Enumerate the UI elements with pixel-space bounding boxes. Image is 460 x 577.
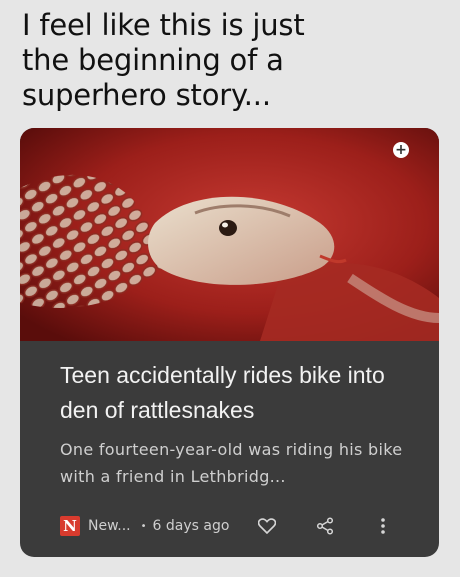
separator-dot: • — [140, 520, 147, 532]
more-vertical-icon[interactable] — [371, 514, 395, 538]
article-age: 6 days ago — [152, 518, 230, 534]
plus-icon[interactable]: + — [393, 142, 409, 158]
heart-icon[interactable] — [255, 514, 279, 538]
rattlesnake-image[interactable]: + — [20, 128, 439, 341]
source-name[interactable]: New... — [88, 518, 131, 534]
article-headline[interactable]: Teen accidentally rides bike into den of… — [60, 358, 420, 428]
source-logo: N — [60, 516, 80, 536]
share-icon[interactable] — [313, 514, 337, 538]
article-snippet: One fourteen-year-old was riding his bik… — [60, 440, 403, 486]
meme-caption: I feel like this is just the beginning o… — [22, 8, 305, 112]
news-card[interactable]: + Teen accidentally rides bike into den … — [20, 128, 439, 557]
article-meta: N New... • 6 days ago — [60, 513, 400, 539]
